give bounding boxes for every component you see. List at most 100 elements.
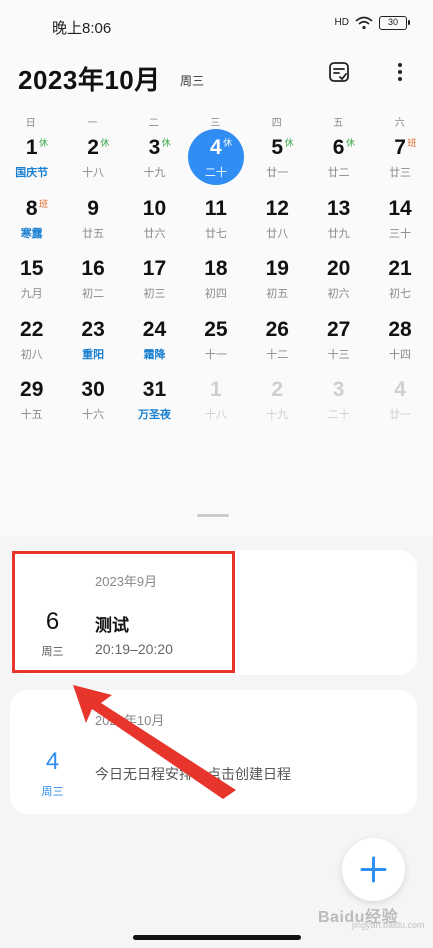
week-row: 15 九月 16 初二 17 初三 18 初四 19 初五 20 初六 21 初七: [1, 253, 431, 314]
date-number: 2: [87, 136, 99, 159]
date-cell[interactable]: 24 霜降: [124, 314, 185, 375]
weekday-header: 三: [210, 118, 221, 129]
lunar-date: 廿七: [204, 227, 227, 240]
lunar-date: 廿九: [327, 227, 350, 240]
date-number: 11: [204, 196, 227, 220]
holiday-badge: 休: [345, 138, 355, 148]
weekday-header: 四: [271, 118, 282, 129]
date-cell[interactable]: 17 初三: [124, 253, 185, 314]
no-events-text[interactable]: 今日无日程安排，点击创建日程: [95, 764, 291, 784]
date-cell[interactable]: 16 初二: [62, 253, 123, 314]
more-vertical-icon[interactable]: [390, 60, 410, 84]
date-cell[interactable]: 6 廿二 休: [308, 132, 369, 193]
battery-icon: 30: [379, 16, 410, 30]
calendar-screen: 晚上8:06 HD 30 2023年10月 周三 日一二三四五六 1 国庆节休 2 十…: [0, 0, 433, 948]
date-cell[interactable]: 3 二十: [308, 374, 369, 435]
status-icons: HD 30: [334, 16, 410, 30]
date-cell[interactable]: 9 廿五: [62, 193, 123, 254]
date-number: 29: [20, 378, 44, 401]
date-cell[interactable]: 2 十九: [247, 374, 308, 435]
page-title[interactable]: 2023年10月: [18, 60, 161, 97]
date-cell[interactable]: 10 廿六: [124, 193, 185, 254]
date-number: 4: [210, 136, 222, 159]
date-cell[interactable]: 21 初七: [369, 253, 430, 314]
date-cell[interactable]: 30 十六: [62, 374, 123, 435]
lunar-date: 十二: [266, 348, 289, 361]
date-cell[interactable]: 3 十九 休: [124, 132, 185, 193]
date-number: 21: [388, 257, 412, 280]
lunar-date: 初四: [204, 288, 227, 300]
date-cell[interactable]: 27 十三: [308, 314, 369, 375]
note-check-icon[interactable]: [327, 60, 351, 84]
date-cell[interactable]: 1 国庆节 休: [1, 132, 62, 193]
home-indicator[interactable]: [133, 935, 301, 940]
workday-badge: 班: [407, 138, 417, 148]
add-event-button[interactable]: [342, 838, 405, 901]
signal-icon: HD: [334, 17, 349, 28]
lunar-date: 三十: [389, 227, 412, 240]
date-cell[interactable]: 22 初八: [1, 314, 62, 375]
event-card-oct-4[interactable]: 2023年10月 4 周三 今日无日程安排，点击创建日程: [10, 690, 417, 814]
lunar-date: 十九: [143, 167, 166, 179]
lunar-date: 初三: [143, 288, 166, 300]
date-cell[interactable]: 7 廿三 班: [369, 132, 430, 193]
date-cell[interactable]: 5 廿一 休: [247, 132, 308, 193]
lunar-date: 初二: [82, 288, 105, 300]
festival-label: 重阳: [82, 348, 105, 361]
date-cell[interactable]: 23 重阳: [62, 314, 123, 375]
festival-label: 寒露: [20, 227, 43, 240]
date-number: 19: [265, 257, 289, 280]
lunar-date: 十三: [327, 348, 350, 361]
date-number: 16: [81, 257, 105, 280]
workday-badge: 班: [39, 198, 49, 209]
date-number: 28: [388, 317, 412, 341]
date-number: 9: [87, 196, 99, 220]
holiday-badge: 休: [223, 138, 233, 148]
date-number: 8: [25, 196, 38, 220]
date-cell[interactable]: 28 十四: [369, 314, 430, 375]
date-cell[interactable]: 2 十八 休: [62, 132, 123, 193]
holiday-badge: 休: [100, 138, 110, 148]
date-number: 23: [81, 317, 105, 341]
calendar-area: 2023年10月 周三 日一二三四五六 1 国庆节休 2 十八休 3 十九休 4 二十休 5 廿一…: [0, 48, 433, 536]
date-cell[interactable]: 12 廿八: [247, 193, 308, 254]
date-number: 10: [142, 196, 167, 220]
date-cell[interactable]: 31 万圣夜: [124, 374, 185, 435]
date-number: 25: [204, 317, 228, 341]
date-number: 13: [326, 196, 351, 220]
holiday-badge: 休: [39, 138, 49, 148]
lunar-date: 十一: [204, 348, 227, 361]
date-cell[interactable]: 19 初五: [247, 253, 308, 314]
date-cell[interactable]: 29 十五: [1, 374, 62, 435]
date-cell[interactable]: 20 初六: [308, 253, 369, 314]
date-cell[interactable]: 15 九月: [1, 253, 62, 314]
lunar-date: 廿三: [389, 167, 412, 179]
date-cell[interactable]: 8 寒露 班: [1, 193, 62, 254]
date-cell-today[interactable]: 4 二十 休: [185, 129, 246, 193]
festival-label: 万圣夜: [137, 409, 171, 421]
date-cell[interactable]: 4 廿一: [369, 374, 430, 435]
date-cell[interactable]: 13 廿九: [308, 193, 369, 254]
lunar-date: 九月: [20, 288, 43, 300]
drag-handle[interactable]: [197, 514, 229, 517]
date-number: 5: [271, 136, 284, 159]
date-number: 18: [204, 257, 228, 280]
date-cell[interactable]: 25 十一: [185, 314, 246, 375]
watermark-url: jingyan.baidu.com: [352, 920, 425, 930]
date-cell[interactable]: 18 初四: [185, 253, 246, 314]
date-number: 30: [81, 378, 105, 401]
lunar-date: 廿六: [143, 227, 166, 240]
date-number: 24: [142, 317, 167, 341]
date-cell[interactable]: 26 十二: [247, 314, 308, 375]
lunar-date: 廿二: [327, 167, 350, 179]
date-cell[interactable]: 11 廿七: [185, 193, 246, 254]
date-number: 3: [332, 378, 345, 401]
wifi-icon: [355, 16, 373, 30]
date-cell[interactable]: 14 三十: [369, 193, 430, 254]
lunar-date: 廿八: [266, 227, 289, 240]
date-number: 2: [271, 378, 284, 401]
date-cell[interactable]: 1 十八: [185, 374, 246, 435]
lunar-date: 廿一: [266, 167, 289, 179]
month-grid: 1 国庆节休 2 十八休 3 十九休 4 二十休 5 廿一休 6 廿二休 7 廿三班 8 寒露班 9 廿五 10 廿六…: [1, 129, 431, 435]
date-number: 12: [265, 196, 289, 220]
